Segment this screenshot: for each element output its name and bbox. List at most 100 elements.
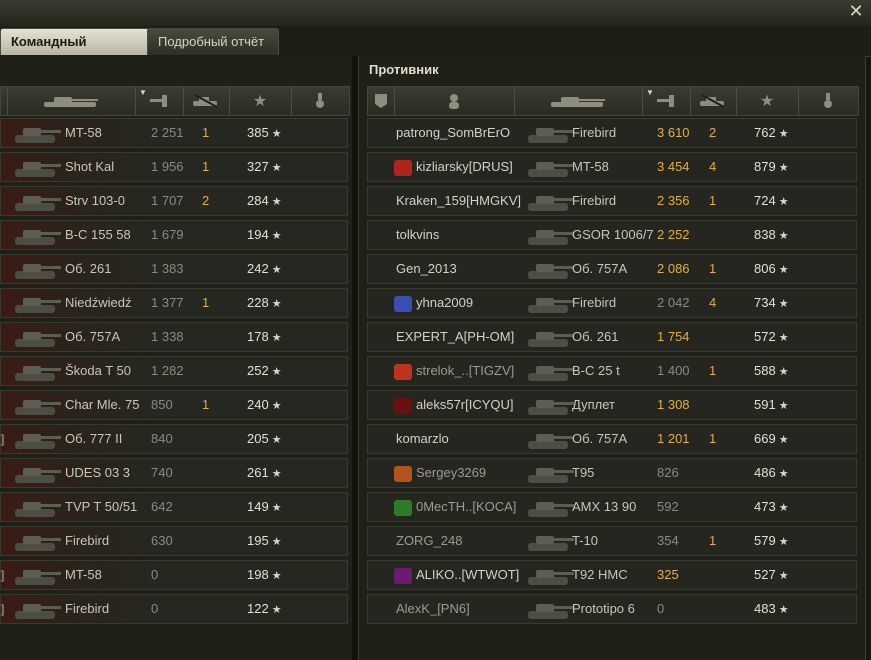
header-medals-column[interactable] bbox=[798, 87, 858, 115]
player-name: patrong_SomBrErO bbox=[396, 125, 511, 140]
row-edge-fragment: ] bbox=[1, 432, 5, 446]
tank-name: Strv 103-0 bbox=[65, 193, 125, 208]
tank-icon bbox=[11, 528, 63, 554]
star-icon: ★ bbox=[271, 502, 282, 514]
player-cell[interactable]: ALIKO..[WTWOT] bbox=[394, 561, 519, 589]
damage-value: 325 bbox=[657, 567, 679, 582]
tank-name: Prototipo 6 bbox=[572, 601, 635, 616]
damage-value: 1 282 bbox=[151, 363, 184, 378]
window-titlebar: ✕ bbox=[0, 0, 871, 27]
header-tank-column[interactable] bbox=[514, 87, 643, 115]
xp-cell: 385 ★ bbox=[247, 119, 282, 147]
damage-value: 2 252 bbox=[657, 227, 690, 242]
player-cell[interactable]: ZORG_248 bbox=[396, 527, 462, 555]
tank-icon bbox=[524, 154, 576, 180]
tank-name: Дуплет bbox=[572, 397, 615, 412]
ally-row[interactable]: Char Mle. 75 850 1 240 ★ bbox=[0, 390, 348, 420]
ally-row[interactable]: ] Firebird 0 122 ★ bbox=[0, 594, 348, 624]
xp-value: 385 bbox=[247, 125, 269, 140]
star-icon: ★ bbox=[778, 128, 789, 140]
header-player-column[interactable] bbox=[394, 87, 515, 115]
player-cell[interactable]: kizliarsky[DRUS] bbox=[394, 153, 513, 181]
ally-row[interactable]: MT-58 2 251 1 385 ★ bbox=[0, 118, 348, 148]
player-cell[interactable]: aleks57r[ICYQU] bbox=[394, 391, 514, 419]
player-cell[interactable]: Kraken_159[HMGKV] bbox=[396, 187, 521, 215]
enemy-row[interactable]: AlexK_[PN6] Prototipo 6 0 483 ★ bbox=[367, 594, 857, 624]
player-cell[interactable]: 0MecTH..[KOCA] bbox=[394, 493, 516, 521]
enemy-row[interactable]: EXPERT_A[PH-OM] Об. 261 1 754 572 ★ bbox=[367, 322, 857, 352]
enemy-row[interactable]: kizliarsky[DRUS] MT-58 3 454 4 879 ★ bbox=[367, 152, 857, 182]
row-edge-fragment: ] bbox=[1, 568, 5, 582]
player-cell[interactable]: strelok_..[TIGZV] bbox=[394, 357, 514, 385]
header-damage-column[interactable]: ▼ bbox=[642, 87, 691, 115]
header-xp-column[interactable]: ★ bbox=[736, 87, 799, 115]
player-name: yhna2009 bbox=[416, 295, 474, 310]
star-icon: ★ bbox=[778, 264, 789, 276]
xp-cell: 734 ★ bbox=[754, 289, 789, 317]
ally-row[interactable]: Об. 261 1 383 242 ★ bbox=[0, 254, 348, 284]
tank-icon bbox=[11, 392, 63, 418]
ally-row[interactable]: Об. 757А 1 338 178 ★ bbox=[0, 322, 348, 352]
header-medals-column[interactable] bbox=[291, 87, 349, 115]
enemy-row[interactable]: ALIKO..[WTWOT] T92 HMC 325 527 ★ bbox=[367, 560, 857, 590]
ally-row[interactable]: Firebird 630 195 ★ bbox=[0, 526, 348, 556]
ally-row[interactable]: ] MT-58 0 198 ★ bbox=[0, 560, 348, 590]
enemy-row[interactable]: Sergey3269 T95 826 486 ★ bbox=[367, 458, 857, 488]
player-cell[interactable]: komarzlo bbox=[396, 425, 449, 453]
xp-cell: 261 ★ bbox=[247, 459, 282, 487]
damage-value: 1 338 bbox=[151, 329, 184, 344]
header-damage-column[interactable]: ▼ bbox=[135, 87, 184, 115]
enemy-row[interactable]: Gen_2013 Об. 757А 2 086 1 806 ★ bbox=[367, 254, 857, 284]
enemy-team-panel: Противник ▼ ★ patrong_SomBrErO Firebird 3 … bbox=[358, 56, 866, 660]
player-cell[interactable]: patrong_SomBrErO bbox=[396, 119, 510, 147]
xp-value: 486 bbox=[754, 465, 776, 480]
player-name: Kraken_159[HMGKV] bbox=[396, 193, 522, 208]
damage-value: 1 383 bbox=[151, 261, 184, 276]
ally-row[interactable]: Niedźwiedź 1 377 1 228 ★ bbox=[0, 288, 348, 318]
ally-row[interactable]: Shot Kal 1 956 1 327 ★ bbox=[0, 152, 348, 182]
enemy-row[interactable]: Kraken_159[HMGKV] Firebird 2 356 1 724 ★ bbox=[367, 186, 857, 216]
enemy-row[interactable]: patrong_SomBrErO Firebird 3 610 2 762 ★ bbox=[367, 118, 857, 148]
header-kills-column[interactable] bbox=[183, 87, 230, 115]
xp-cell: 588 ★ bbox=[754, 357, 789, 385]
ally-row[interactable]: Strv 103-0 1 707 2 284 ★ bbox=[0, 186, 348, 216]
tank-icon bbox=[11, 426, 63, 452]
header-tank-column[interactable] bbox=[7, 87, 136, 115]
enemy-row[interactable]: ZORG_248 T-10 354 1 579 ★ bbox=[367, 526, 857, 556]
xp-value: 572 bbox=[754, 329, 776, 344]
close-icon[interactable]: ✕ bbox=[847, 2, 865, 20]
header-xp-column[interactable]: ★ bbox=[229, 87, 292, 115]
star-icon: ★ bbox=[271, 536, 282, 548]
ally-row[interactable]: UDES 03 3 740 261 ★ bbox=[0, 458, 348, 488]
enemy-row[interactable]: 0MecTH..[KOCA] AMX 13 90 592 473 ★ bbox=[367, 492, 857, 522]
tank-name: T92 HMC bbox=[572, 567, 628, 582]
star-icon: ★ bbox=[778, 332, 789, 344]
xp-cell: 149 ★ bbox=[247, 493, 282, 521]
enemy-row[interactable]: aleks57r[ICYQU] Дуплет 1 308 591 ★ bbox=[367, 390, 857, 420]
ally-table-header: ▼ ★ bbox=[0, 86, 350, 116]
header-platoon-column[interactable] bbox=[368, 87, 395, 115]
player-cell[interactable]: Sergey3269 bbox=[394, 459, 486, 487]
ally-row[interactable]: TVP T 50/51 642 149 ★ bbox=[0, 492, 348, 522]
xp-value: 591 bbox=[754, 397, 776, 412]
xp-value: 242 bbox=[247, 261, 269, 276]
player-cell[interactable]: EXPERT_A[PH-OM] bbox=[396, 323, 514, 351]
enemy-row[interactable]: tolkvins GSOR 1006/7 2 252 838 ★ bbox=[367, 220, 857, 250]
enemy-row[interactable]: komarzlo Об. 757А 1 201 1 669 ★ bbox=[367, 424, 857, 454]
ally-row[interactable]: Škoda T 50 1 282 252 ★ bbox=[0, 356, 348, 386]
ally-row[interactable]: B-C 155 58 1 679 194 ★ bbox=[0, 220, 348, 250]
enemy-row[interactable]: yhna2009 Firebird 2 042 4 734 ★ bbox=[367, 288, 857, 318]
damage-value: 850 bbox=[151, 397, 173, 412]
header-kills-column[interactable] bbox=[690, 87, 737, 115]
enemy-row[interactable]: strelok_..[TIGZV] B-C 25 t 1 400 1 588 ★ bbox=[367, 356, 857, 386]
player-cell[interactable]: yhna2009 bbox=[394, 289, 473, 317]
tab-detailed-report[interactable]: Подробный отчёт bbox=[147, 28, 279, 55]
damage-value: 740 bbox=[151, 465, 173, 480]
enemy-panel-title: Противник bbox=[369, 62, 439, 77]
player-cell[interactable]: tolkvins bbox=[396, 221, 439, 249]
tab-team-result[interactable]: Командный результат bbox=[0, 28, 149, 75]
player-cell[interactable]: Gen_2013 bbox=[396, 255, 457, 283]
ally-row[interactable]: ] Об. 777 II 840 205 ★ bbox=[0, 424, 348, 454]
player-cell[interactable]: AlexK_[PN6] bbox=[396, 595, 470, 623]
xp-value: 734 bbox=[754, 295, 776, 310]
